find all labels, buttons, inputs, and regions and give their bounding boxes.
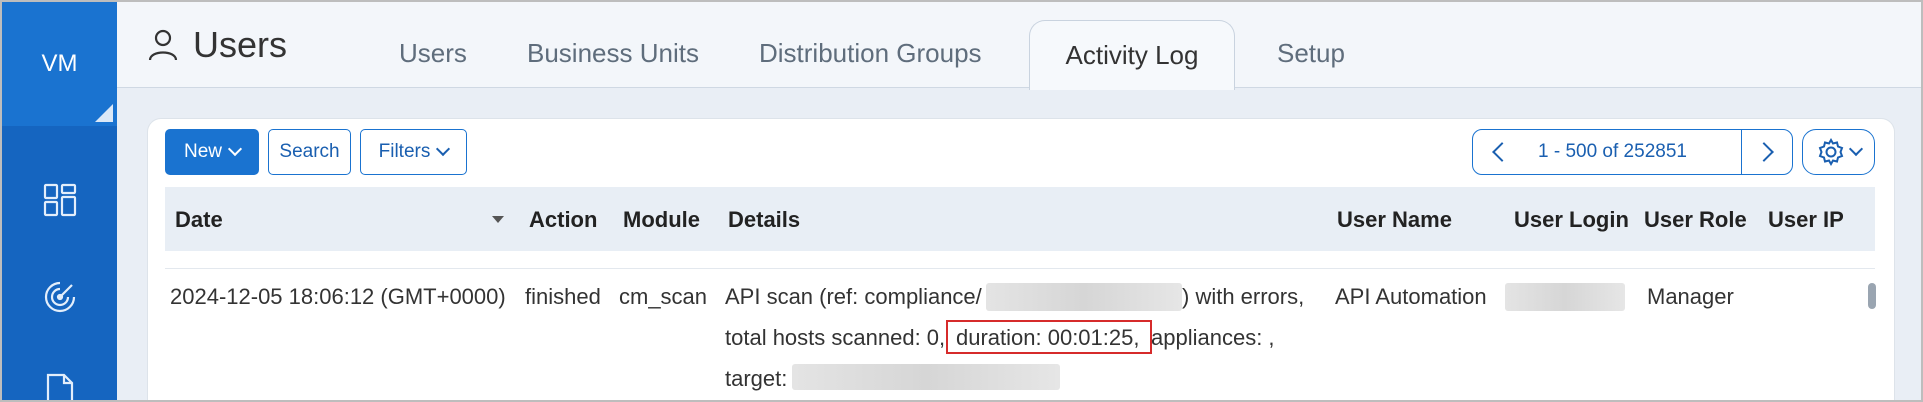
scan-radar-icon[interactable] (2, 267, 117, 327)
new-button-label: New (183, 141, 222, 162)
chevron-down-icon (227, 141, 243, 157)
menu-corner-indicator (95, 104, 113, 122)
cell-action: finished (525, 284, 601, 309)
cell-date: 2024-12-05 18:06:12 (GMT+0000) (170, 284, 506, 309)
row-divider (165, 268, 1875, 269)
tab-activity-log-label: Activity Log (1065, 40, 1199, 70)
duration-highlight-box (946, 320, 1152, 354)
cell-module: cm_scan (619, 284, 708, 309)
column-header-date[interactable]: Date (175, 207, 223, 233)
app-window: VM Users Users Business Units Distributi… (0, 0, 1923, 402)
filters-button[interactable]: Filters (360, 129, 467, 175)
cell-details-line3-prefix: target: (725, 366, 788, 391)
chevron-right-icon (1754, 142, 1774, 162)
chevron-left-icon (1492, 142, 1512, 162)
dashboard-icon[interactable] (2, 170, 117, 230)
sort-descending-icon[interactable] (492, 216, 504, 223)
tab-setup[interactable]: Setup (1277, 38, 1345, 69)
next-page-button[interactable] (1741, 129, 1793, 175)
previous-page-button[interactable] (1472, 129, 1526, 175)
pagination-text: 1 - 500 of 252851 (1538, 141, 1687, 162)
redacted-reference (986, 283, 1182, 311)
tab-activity-log[interactable]: Activity Log (1029, 20, 1235, 90)
app-logo-text: VM (41, 50, 78, 77)
left-nav-rail: VM (2, 2, 117, 400)
cell-details-line2-prefix: total hosts scanned: 0, (725, 325, 946, 350)
cell-user-name: API Automation (1335, 284, 1487, 309)
filters-button-label: Filters (378, 141, 431, 162)
user-icon (148, 29, 178, 61)
table-header: Date Action Module Details User Name Use… (165, 187, 1875, 251)
new-button[interactable]: New (165, 129, 259, 175)
chevron-down-icon (436, 141, 451, 157)
vertical-scrollbar-thumb[interactable] (1868, 283, 1876, 309)
search-button-label: Search (279, 141, 340, 162)
column-header-user-login[interactable]: User Login (1514, 207, 1629, 233)
column-header-user-name[interactable]: User Name (1337, 207, 1452, 233)
cell-details-line2-suffix: appliances: , (1151, 325, 1275, 350)
cell-user-role: Manager (1647, 284, 1734, 309)
gear-icon (1818, 138, 1843, 166)
search-button[interactable]: Search (268, 129, 351, 175)
redacted-target (792, 364, 1060, 390)
cell-details-line1-suffix: ) with errors, (1182, 284, 1305, 309)
column-header-module[interactable]: Module (623, 207, 700, 233)
page-title-text: Users (193, 24, 288, 65)
cell-details-line1-prefix: API scan (ref: compliance/ (725, 284, 982, 309)
redacted-user-login (1505, 283, 1625, 311)
tab-users[interactable]: Users (399, 38, 467, 69)
app-switcher[interactable]: VM (2, 2, 117, 126)
column-header-user-role[interactable]: User Role (1644, 207, 1747, 233)
document-icon[interactable] (2, 362, 117, 400)
page-header: Users Users Business Units Distribution … (117, 2, 1921, 90)
page-title: Users (147, 24, 287, 66)
tab-distribution-groups[interactable]: Distribution Groups (759, 38, 982, 69)
column-header-user-ip[interactable]: User IP (1768, 207, 1844, 233)
column-header-details[interactable]: Details (728, 207, 800, 233)
settings-menu-button[interactable] (1802, 129, 1875, 175)
chevron-down-icon (1848, 141, 1863, 157)
tab-business-units[interactable]: Business Units (527, 38, 699, 69)
column-header-action[interactable]: Action (529, 207, 597, 233)
pagination-range[interactable]: 1 - 500 of 252851 (1524, 129, 1742, 175)
